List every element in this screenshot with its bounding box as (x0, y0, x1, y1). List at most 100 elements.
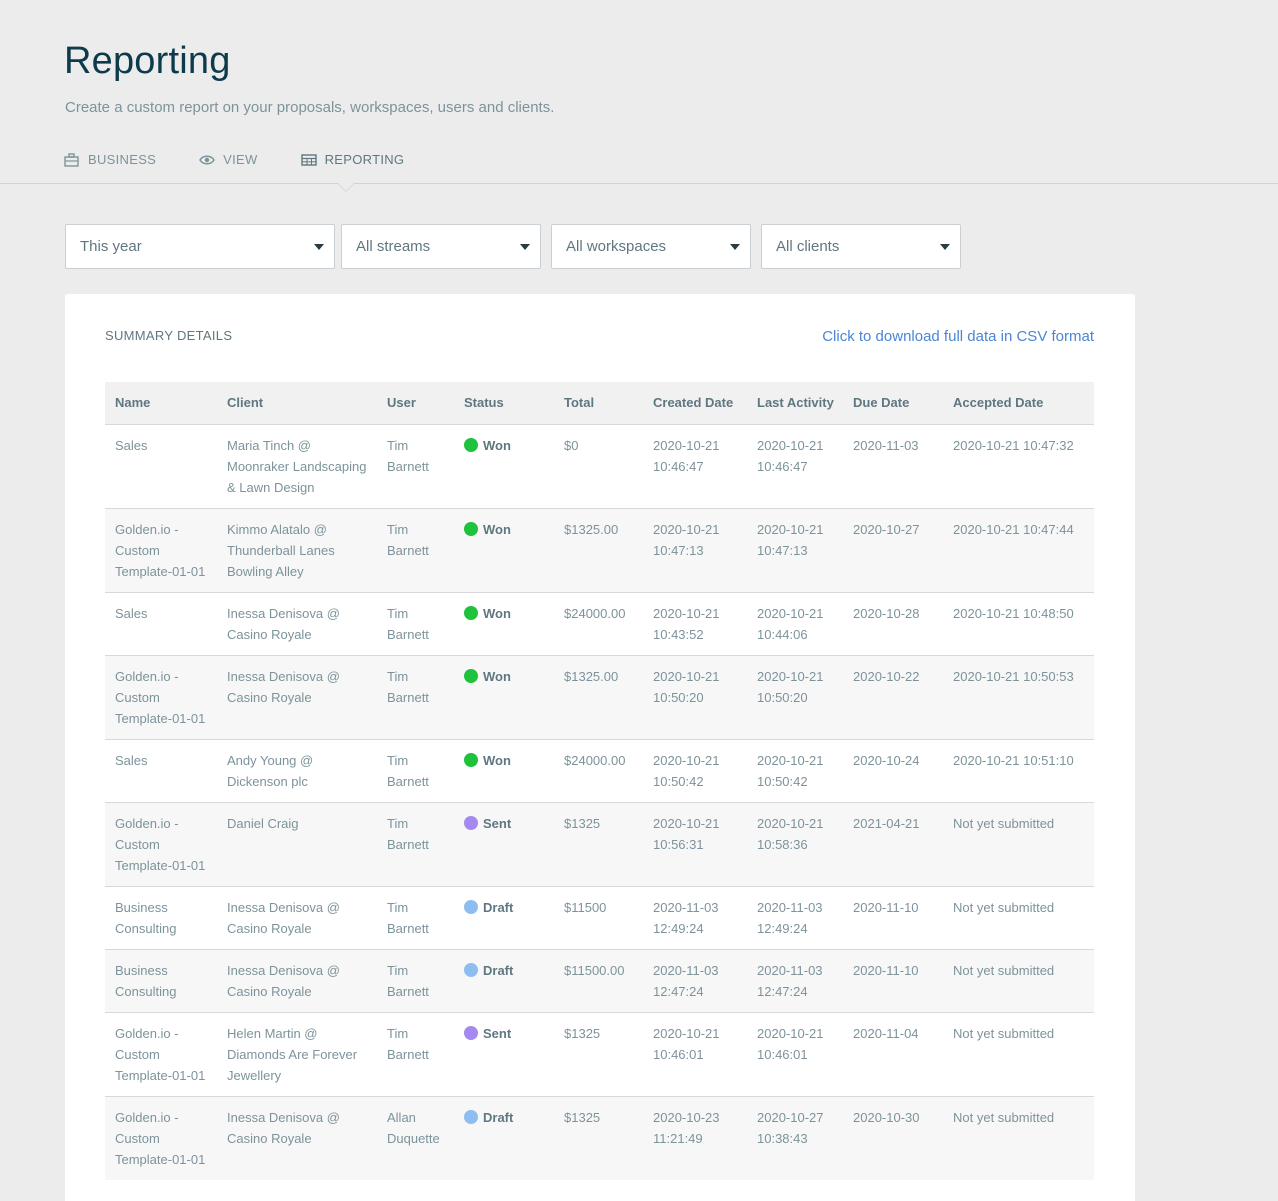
cell-client: Inessa Denisova @ Casino Royale (217, 654, 377, 739)
cell-user: Allan Duquette (377, 1095, 454, 1180)
cell-last: 2020-10-21 10:46:01 (747, 1011, 843, 1096)
column-header[interactable]: User (377, 382, 454, 424)
cell-status: Sent (454, 801, 554, 886)
column-header[interactable]: Name (105, 382, 217, 424)
download-csv-link[interactable]: Click to download full data in CSV forma… (822, 328, 1094, 345)
cell-status: Sent (454, 1011, 554, 1096)
table-row[interactable]: Golden.io - Custom Template-01-01 Inessa … (105, 654, 1094, 739)
column-header[interactable]: Due Date (843, 382, 943, 424)
cell-due: 2020-10-27 (843, 507, 943, 592)
table-row[interactable]: Sales Inessa Denisova @ Casino Royale Tim … (105, 591, 1094, 655)
column-header[interactable]: Client (217, 382, 377, 424)
cell-user: Tim Barnett (377, 1011, 454, 1096)
tab-reporting-label: REPORTING (324, 152, 405, 167)
cell-client: Inessa Denisova @ Casino Royale (217, 591, 377, 655)
cell-status: Draft (454, 885, 554, 949)
table-row[interactable]: Golden.io - Custom Template-01-01 Inessa … (105, 1095, 1094, 1180)
cell-accepted: Not yet submitted (943, 1095, 1094, 1180)
table-row[interactable]: Golden.io - Custom Template-01-01 Kimmo A… (105, 507, 1094, 592)
status-dot-icon (464, 1026, 478, 1040)
table-row[interactable]: Sales Andy Young @ Dickenson plc Tim Barne… (105, 738, 1094, 802)
column-header[interactable]: Last Activity (747, 382, 843, 424)
status-dot-icon (464, 900, 478, 914)
table-icon (300, 153, 317, 167)
status-badge: Sent (464, 1023, 550, 1044)
period-select[interactable]: This year (65, 224, 335, 269)
cell-due: 2020-10-22 (843, 654, 943, 739)
tab-reporting[interactable]: REPORTING (300, 152, 405, 184)
cell-status: Draft (454, 948, 554, 1012)
column-header[interactable]: Accepted Date (943, 382, 1094, 424)
status-badge: Won (464, 435, 550, 456)
clients-select-value: All clients (776, 238, 840, 255)
column-header[interactable]: Status (454, 382, 554, 424)
status-dot-icon (464, 1110, 478, 1124)
cell-due: 2021-04-21 (843, 801, 943, 886)
cell-created: 2020-10-23 11:21:49 (643, 1095, 747, 1180)
column-header[interactable]: Total (554, 382, 643, 424)
caret-down-icon (730, 244, 740, 250)
tab-business-label: BUSINESS (88, 152, 157, 167)
cell-status: Draft (454, 1095, 554, 1180)
status-label: Draft (483, 1109, 514, 1125)
status-label: Sent (483, 1025, 512, 1041)
cell-created: 2020-10-21 10:50:42 (643, 738, 747, 802)
caret-down-icon (940, 244, 950, 250)
cell-accepted: Not yet submitted (943, 1011, 1094, 1096)
cell-due: 2020-11-04 (843, 1011, 943, 1096)
status-badge: Draft (464, 960, 550, 981)
status-badge: Won (464, 750, 550, 771)
cell-user: Tim Barnett (377, 507, 454, 592)
column-header[interactable]: Created Date (643, 382, 747, 424)
cell-name: Golden.io - Custom Template-01-01 (105, 801, 217, 886)
cell-created: 2020-10-21 10:47:13 (643, 507, 747, 592)
cell-created: 2020-10-21 10:46:01 (643, 1011, 747, 1096)
tab-view-label: VIEW (223, 152, 258, 167)
cell-due: 2020-10-30 (843, 1095, 943, 1180)
cell-client: Inessa Denisova @ Casino Royale (217, 1095, 377, 1180)
streams-select[interactable]: All streams (341, 224, 541, 269)
period-select-value: This year (80, 238, 142, 255)
tab-business[interactable]: BUSINESS (64, 152, 156, 184)
cell-last: 2020-10-21 10:44:06 (747, 591, 843, 655)
cell-name: Golden.io - Custom Template-01-01 (105, 507, 217, 592)
status-label: Won (483, 668, 511, 684)
cell-total: $1325 (554, 1011, 643, 1096)
cell-client: Kimmo Alatalo @ Thunderball Lanes Bowlin… (217, 507, 377, 592)
clients-select[interactable]: All clients (761, 224, 961, 269)
caret-down-icon (314, 244, 324, 250)
cell-user: Tim Barnett (377, 885, 454, 949)
status-label: Draft (483, 962, 514, 978)
summary-card: SUMMARY DETAILS Click to download full d… (65, 294, 1135, 1201)
table-row[interactable]: Golden.io - Custom Template-01-01 Daniel … (105, 801, 1094, 886)
cell-name: Sales (105, 591, 217, 655)
cell-client: Daniel Craig (217, 801, 377, 886)
cell-status: Won (454, 423, 554, 508)
cell-status: Won (454, 591, 554, 655)
cell-status: Won (454, 507, 554, 592)
cell-user: Tim Barnett (377, 801, 454, 886)
cell-created: 2020-11-03 12:47:24 (643, 948, 747, 1012)
cell-total: $1325 (554, 801, 643, 886)
briefcase-icon (64, 153, 80, 167)
table-row[interactable]: Golden.io - Custom Template-01-01 Helen M… (105, 1011, 1094, 1096)
workspaces-select[interactable]: All workspaces (551, 224, 751, 269)
cell-last: 2020-10-21 10:58:36 (747, 801, 843, 886)
tab-view[interactable]: VIEW (199, 152, 257, 184)
status-label: Draft (483, 899, 514, 915)
cell-created: 2020-10-21 10:46:47 (643, 423, 747, 508)
cell-created: 2020-10-21 10:50:20 (643, 654, 747, 739)
cell-total: $1325.00 (554, 654, 643, 739)
table-row[interactable]: Sales Maria Tinch @ Moonraker Landscaping… (105, 423, 1094, 508)
cell-client: Helen Martin @ Diamonds Are Forever Jewe… (217, 1011, 377, 1096)
status-badge: Draft (464, 897, 550, 918)
cell-user: Tim Barnett (377, 423, 454, 508)
status-dot-icon (464, 816, 478, 830)
table-row[interactable]: Business Consulting Inessa Denisova @ Cas… (105, 885, 1094, 949)
cell-last: 2020-10-21 10:47:13 (747, 507, 843, 592)
status-dot-icon (464, 753, 478, 767)
table-row[interactable]: Business Consulting Inessa Denisova @ Cas… (105, 948, 1094, 1012)
cell-name: Golden.io - Custom Template-01-01 (105, 1011, 217, 1096)
cell-due: 2020-10-24 (843, 738, 943, 802)
status-dot-icon (464, 606, 478, 620)
